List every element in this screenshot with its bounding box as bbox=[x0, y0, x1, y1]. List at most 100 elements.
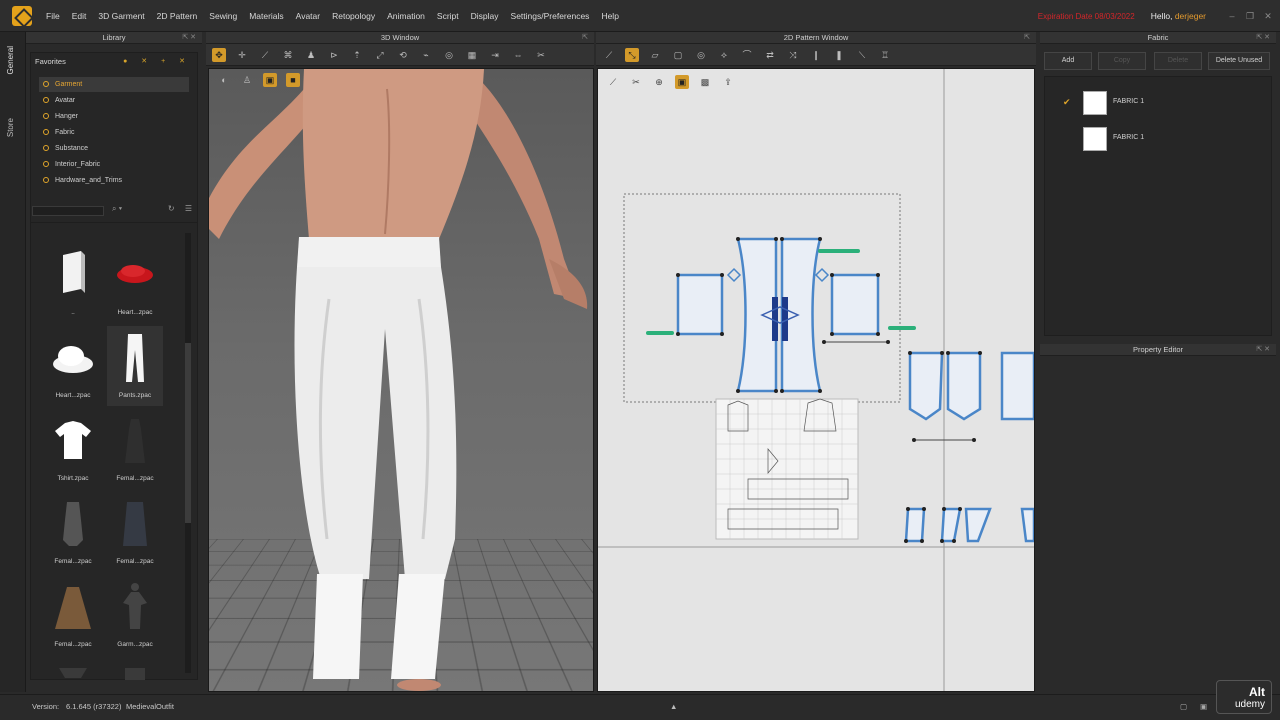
favorite-item-interior-fabric[interactable]: Interior_Fabric bbox=[39, 157, 189, 172]
delete-unused-button[interactable]: Delete Unused bbox=[1208, 52, 1270, 70]
select-mesh-tool-icon[interactable]: ✛ bbox=[235, 48, 249, 62]
delete-fabric-button[interactable]: Delete bbox=[1154, 52, 1202, 70]
tack-tool-icon[interactable]: ⇡ bbox=[350, 48, 364, 62]
menu-3d-garment[interactable]: 3D Garment bbox=[98, 11, 144, 21]
fabric-item[interactable]: FABRIC 1 bbox=[1045, 125, 1271, 153]
measure-tool-icon[interactable]: ⤢ bbox=[373, 48, 387, 62]
tab-general[interactable]: General bbox=[6, 46, 15, 74]
menu-animation[interactable]: Animation bbox=[387, 11, 425, 21]
internal-shape-icon[interactable]: ◎ bbox=[694, 48, 708, 62]
pleat-tool-icon[interactable]: ❚ bbox=[832, 48, 846, 62]
library-item[interactable]: Femal...zpac bbox=[107, 492, 163, 572]
favorites-tools-icon[interactable]: ● ✕ + ✕ bbox=[123, 57, 191, 65]
sewing-tool-icon[interactable]: ⌁ bbox=[419, 48, 433, 62]
dress-thumbnail bbox=[125, 419, 145, 463]
tab-store[interactable]: Store bbox=[6, 118, 15, 137]
minimize-icon[interactable]: – bbox=[1226, 10, 1238, 22]
library-item[interactable]: Tshirt.zpac bbox=[45, 409, 101, 489]
library-item[interactable]: Pants.zpac bbox=[107, 326, 163, 406]
library-item[interactable]: Femal...zpac bbox=[107, 409, 163, 489]
file-name: MedievalOutfit bbox=[126, 702, 174, 711]
fabric-swatch bbox=[1083, 91, 1107, 115]
2d-viewport[interactable]: ⟋ ✂ ⊕ ▣ ▩ ⇪ bbox=[597, 68, 1035, 692]
steam-tool-icon[interactable]: ◎ bbox=[442, 48, 456, 62]
avatar-figure bbox=[209, 69, 588, 691]
rectangle-tool-icon[interactable]: ▢ bbox=[671, 48, 685, 62]
username[interactable]: derjeger bbox=[1175, 11, 1206, 21]
panel-pin-icon[interactable]: ⇱ bbox=[1024, 32, 1030, 44]
menu-avatar[interactable]: Avatar bbox=[296, 11, 320, 21]
close-icon[interactable]: ✕ bbox=[1262, 10, 1274, 22]
menu-file[interactable]: File bbox=[46, 11, 60, 21]
library-view-tools-icon[interactable]: ↻ ☰ bbox=[168, 204, 196, 213]
menu-settings[interactable]: Settings/Preferences bbox=[511, 11, 590, 21]
library-item[interactable] bbox=[107, 658, 163, 680]
favorite-item-hardware[interactable]: Hardware_and_Trims bbox=[39, 173, 189, 188]
favorite-item-garment[interactable]: Garment bbox=[39, 77, 189, 92]
menu-edit[interactable]: Edit bbox=[72, 11, 87, 21]
favorite-item-hanger[interactable]: Hanger bbox=[39, 109, 189, 124]
fullscreen-icon[interactable]: ▣ bbox=[1200, 702, 1207, 711]
avatar-tool-icon[interactable]: ♟ bbox=[304, 48, 318, 62]
pin-tool-icon[interactable]: ⊳ bbox=[327, 48, 341, 62]
panel-pin-icon[interactable]: ⇱ bbox=[582, 32, 588, 44]
menu-retopology[interactable]: Retopology bbox=[332, 11, 375, 21]
panel-pin-icon[interactable]: ⇱ ✕ bbox=[1256, 32, 1270, 44]
add-fabric-button[interactable]: Add bbox=[1044, 52, 1092, 70]
library-item[interactable]: Heart...zpac bbox=[107, 243, 163, 323]
menu-script[interactable]: Script bbox=[437, 11, 459, 21]
transform-tool-icon[interactable]: ⟲ bbox=[396, 48, 410, 62]
menu-display[interactable]: Display bbox=[471, 11, 499, 21]
library-item[interactable]: Heart...zpac bbox=[45, 326, 101, 406]
cut-tool-icon[interactable]: ✂ bbox=[534, 48, 548, 62]
menu-right: Expiration Date 08/03/2022 Hello, derjeg… bbox=[1038, 0, 1280, 32]
arrangement-tool-icon[interactable]: ⌘ bbox=[281, 48, 295, 62]
ruler-tool-icon[interactable]: ⟍ bbox=[855, 48, 869, 62]
library-search-input[interactable] bbox=[32, 206, 104, 216]
favorites-box: Favorites ● ✕ + ✕ Garment Avatar Hanger … bbox=[30, 52, 198, 228]
dart-tool-icon[interactable]: ⟡ bbox=[717, 48, 731, 62]
tuck-tool-icon[interactable]: ❙ bbox=[809, 48, 823, 62]
3d-viewport[interactable]: ◐ ♙ ▣ ■ ▩ ☀ ◉ ⇪ bbox=[208, 68, 594, 692]
fit-tool-icon[interactable]: ⇥ bbox=[488, 48, 502, 62]
folder-icon bbox=[43, 161, 49, 167]
menu-materials[interactable]: Materials bbox=[249, 11, 283, 21]
scrollbar-thumb[interactable] bbox=[185, 343, 191, 523]
edit-pattern-icon[interactable]: ⤡ bbox=[625, 47, 639, 62]
copy-fabric-button[interactable]: Copy bbox=[1098, 52, 1146, 70]
fabric-item[interactable]: ✔ FABRIC 1 bbox=[1045, 89, 1271, 117]
panel-pin-icon[interactable]: ⇱ ✕ bbox=[182, 32, 196, 44]
library-item[interactable]: Garm...zpac bbox=[107, 575, 163, 655]
garment-thumbnail bbox=[125, 668, 145, 680]
restore-icon[interactable]: ❐ bbox=[1244, 10, 1256, 22]
favorite-item-substance[interactable]: Substance bbox=[39, 141, 189, 156]
library-item[interactable]: .. bbox=[45, 243, 101, 323]
layout-icon[interactable]: ▢ bbox=[1180, 702, 1187, 711]
menu-help[interactable]: Help bbox=[601, 11, 618, 21]
segment-sewing-icon[interactable]: ⇄ bbox=[763, 48, 777, 62]
fold-tool-icon[interactable]: ⟋ bbox=[258, 48, 272, 62]
item-label: Femal...zpac bbox=[54, 641, 92, 648]
library-item[interactable]: Femal...zpac bbox=[45, 492, 101, 572]
menu-sewing[interactable]: Sewing bbox=[209, 11, 237, 21]
favorite-item-avatar[interactable]: Avatar bbox=[39, 93, 189, 108]
transform-pattern-icon[interactable]: ⟋ bbox=[602, 48, 616, 62]
select-move-tool-icon[interactable]: ✥ bbox=[212, 47, 226, 62]
search-icon[interactable]: ⌕ ▾ bbox=[112, 204, 122, 214]
stretch-tool-icon[interactable]: ⇔ bbox=[511, 48, 525, 62]
texture-tool-icon[interactable]: ▦ bbox=[465, 48, 479, 62]
favorite-item-fabric[interactable]: Fabric bbox=[39, 125, 189, 140]
garment-tool-icon[interactable]: ♖ bbox=[878, 48, 892, 62]
watermark-alt: Alt bbox=[1249, 685, 1265, 699]
3d-window: 3D Window ⇱ ✥ ✛ ⟋ ⌘ ♟ ⊳ ⇡ ⤢ ⟲ ⌁ ◎ ▦ ⇥ ⇔ … bbox=[206, 32, 594, 692]
library-item[interactable] bbox=[45, 658, 101, 680]
library-scrollbar[interactable] bbox=[185, 233, 191, 673]
library-item[interactable]: Femal...zpac bbox=[45, 575, 101, 655]
curve-tool-icon[interactable]: ⌒ bbox=[740, 48, 754, 62]
expand-arrow-icon[interactable]: ▲ bbox=[670, 702, 677, 711]
free-sewing-icon[interactable]: ⤨ bbox=[786, 48, 800, 62]
favorites-title: Favorites bbox=[35, 57, 66, 66]
panel-pin-icon[interactable]: ⇱ ✕ bbox=[1256, 344, 1270, 356]
menu-2d-pattern[interactable]: 2D Pattern bbox=[157, 11, 198, 21]
polygon-tool-icon[interactable]: ▱ bbox=[648, 48, 662, 62]
